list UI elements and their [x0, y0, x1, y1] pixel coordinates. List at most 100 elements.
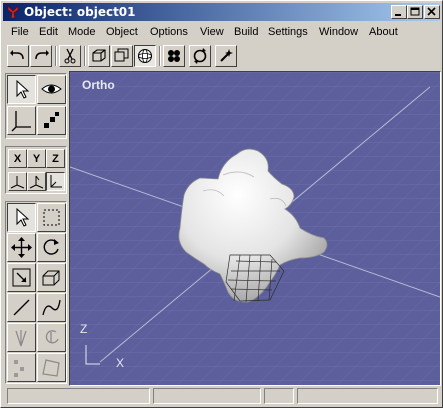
- status-pane: [297, 388, 438, 404]
- axis-x-indicator: X: [116, 356, 125, 370]
- edit-tools-group: [5, 201, 67, 384]
- eye-icon: [41, 84, 62, 94]
- line-tool-button[interactable]: [7, 293, 36, 322]
- move-tool-button[interactable]: [7, 233, 36, 262]
- twist-tool-button[interactable]: [37, 323, 66, 352]
- menu-build[interactable]: Build: [234, 26, 258, 38]
- vertices-icon: [14, 360, 24, 377]
- curve-icon: [42, 299, 61, 316]
- toolbar-separator: [55, 46, 57, 66]
- 3d-viewport[interactable]: Ortho Z X: [69, 71, 441, 386]
- scale-icon: [12, 268, 31, 287]
- face-icon: [42, 359, 60, 377]
- subdivide-button[interactable]: [163, 45, 185, 67]
- extrude-icon: [42, 270, 60, 286]
- cut-button[interactable]: [59, 45, 81, 67]
- application-window: Object: object01 File Edit Mode Object O…: [0, 0, 443, 408]
- view-tools-group: [5, 73, 67, 139]
- move-icon: [11, 237, 32, 258]
- select-tool-button[interactable]: [7, 203, 36, 232]
- sphere-icon: [138, 49, 152, 63]
- marquee-select-button[interactable]: [37, 203, 66, 232]
- line-icon: [13, 299, 30, 316]
- box-icon: [92, 49, 106, 62]
- tool-panel: X Y Z: [3, 71, 67, 385]
- toolbar: [3, 43, 440, 69]
- vertex-tool-button[interactable]: [7, 353, 36, 382]
- copy-object-button[interactable]: [111, 45, 133, 67]
- menu-window[interactable]: Window: [319, 26, 358, 38]
- axis-constraints-group: X Y Z: [5, 146, 67, 194]
- undo-button[interactable]: [7, 45, 29, 67]
- axis-x-toggle[interactable]: X: [8, 149, 27, 168]
- menu-bar: File Edit Mode Object Options View Build…: [3, 23, 440, 42]
- pointer-icon: [16, 79, 30, 99]
- extrude-tool-button[interactable]: [37, 263, 66, 292]
- menu-file[interactable]: File: [11, 26, 29, 38]
- app-logo-icon: [7, 5, 19, 19]
- axes-icon: [11, 111, 31, 132]
- sphere-button[interactable]: [134, 45, 156, 67]
- new-box-button[interactable]: [88, 45, 110, 67]
- menu-view[interactable]: View: [200, 26, 224, 38]
- select-view-button[interactable]: [7, 75, 36, 104]
- axis-y-label: Y: [32, 153, 41, 165]
- eye-view-button[interactable]: [37, 75, 66, 104]
- twist-icon: [45, 330, 59, 344]
- local-axes-icon: [50, 175, 62, 188]
- status-pane: [153, 388, 261, 404]
- rotate-view-button[interactable]: [189, 45, 211, 67]
- menu-object[interactable]: Object: [106, 26, 138, 38]
- world-axes-icon: [10, 176, 25, 189]
- viewport-label: Ortho: [82, 78, 115, 92]
- minimize-button[interactable]: [391, 5, 407, 19]
- window-title: Object: object01: [24, 5, 136, 19]
- maximize-button[interactable]: [407, 5, 423, 19]
- axis-z-label: Z: [52, 153, 59, 165]
- rotate-icon: [43, 239, 59, 255]
- axis-x-label: X: [13, 153, 22, 165]
- curve-tool-button[interactable]: [37, 293, 66, 322]
- axis-z-toggle[interactable]: Z: [46, 149, 65, 168]
- maximize-icon: [410, 7, 420, 16]
- rotate-view-icon: [193, 48, 207, 64]
- points-view-button[interactable]: [37, 106, 66, 135]
- axis-y-toggle[interactable]: Y: [27, 149, 46, 168]
- points-icon: [44, 112, 59, 128]
- subdivide-icon: [168, 50, 180, 62]
- screen-space-button[interactable]: [27, 172, 46, 191]
- viewport-scene: [70, 72, 440, 385]
- toolbar-separator: [84, 46, 86, 66]
- axes-view-button[interactable]: [7, 106, 36, 135]
- menu-mode[interactable]: Mode: [68, 26, 96, 38]
- spray-tool-button[interactable]: [7, 323, 36, 352]
- menu-options[interactable]: Options: [150, 26, 188, 38]
- toolbar-separator: [159, 46, 161, 66]
- undo-icon: [10, 50, 24, 60]
- redo-icon: [35, 50, 49, 60]
- screen-axes-icon: [29, 175, 44, 189]
- copy-object-icon: [114, 48, 129, 62]
- face-tool-button[interactable]: [37, 353, 66, 382]
- cut-icon: [64, 48, 76, 64]
- close-icon: [427, 7, 436, 16]
- axis-z-indicator: Z: [80, 322, 88, 336]
- local-space-button[interactable]: [46, 172, 65, 191]
- marquee-icon: [43, 209, 60, 226]
- pointer-icon: [16, 207, 30, 227]
- menu-edit[interactable]: Edit: [39, 26, 58, 38]
- status-pane: [7, 388, 150, 404]
- status-pane: [264, 388, 294, 404]
- sparkle-icon: [220, 49, 233, 62]
- world-space-button[interactable]: [8, 172, 27, 191]
- scale-tool-button[interactable]: [7, 263, 36, 292]
- menu-settings[interactable]: Settings: [268, 26, 308, 38]
- menu-about[interactable]: About: [369, 26, 398, 38]
- close-button[interactable]: [424, 5, 440, 19]
- redo-button[interactable]: [30, 45, 52, 67]
- spray-icon: [15, 330, 27, 347]
- rotate-tool-button[interactable]: [37, 233, 66, 262]
- magic-button[interactable]: [215, 45, 237, 67]
- status-bar: [3, 387, 440, 405]
- title-bar[interactable]: Object: object01: [3, 3, 440, 21]
